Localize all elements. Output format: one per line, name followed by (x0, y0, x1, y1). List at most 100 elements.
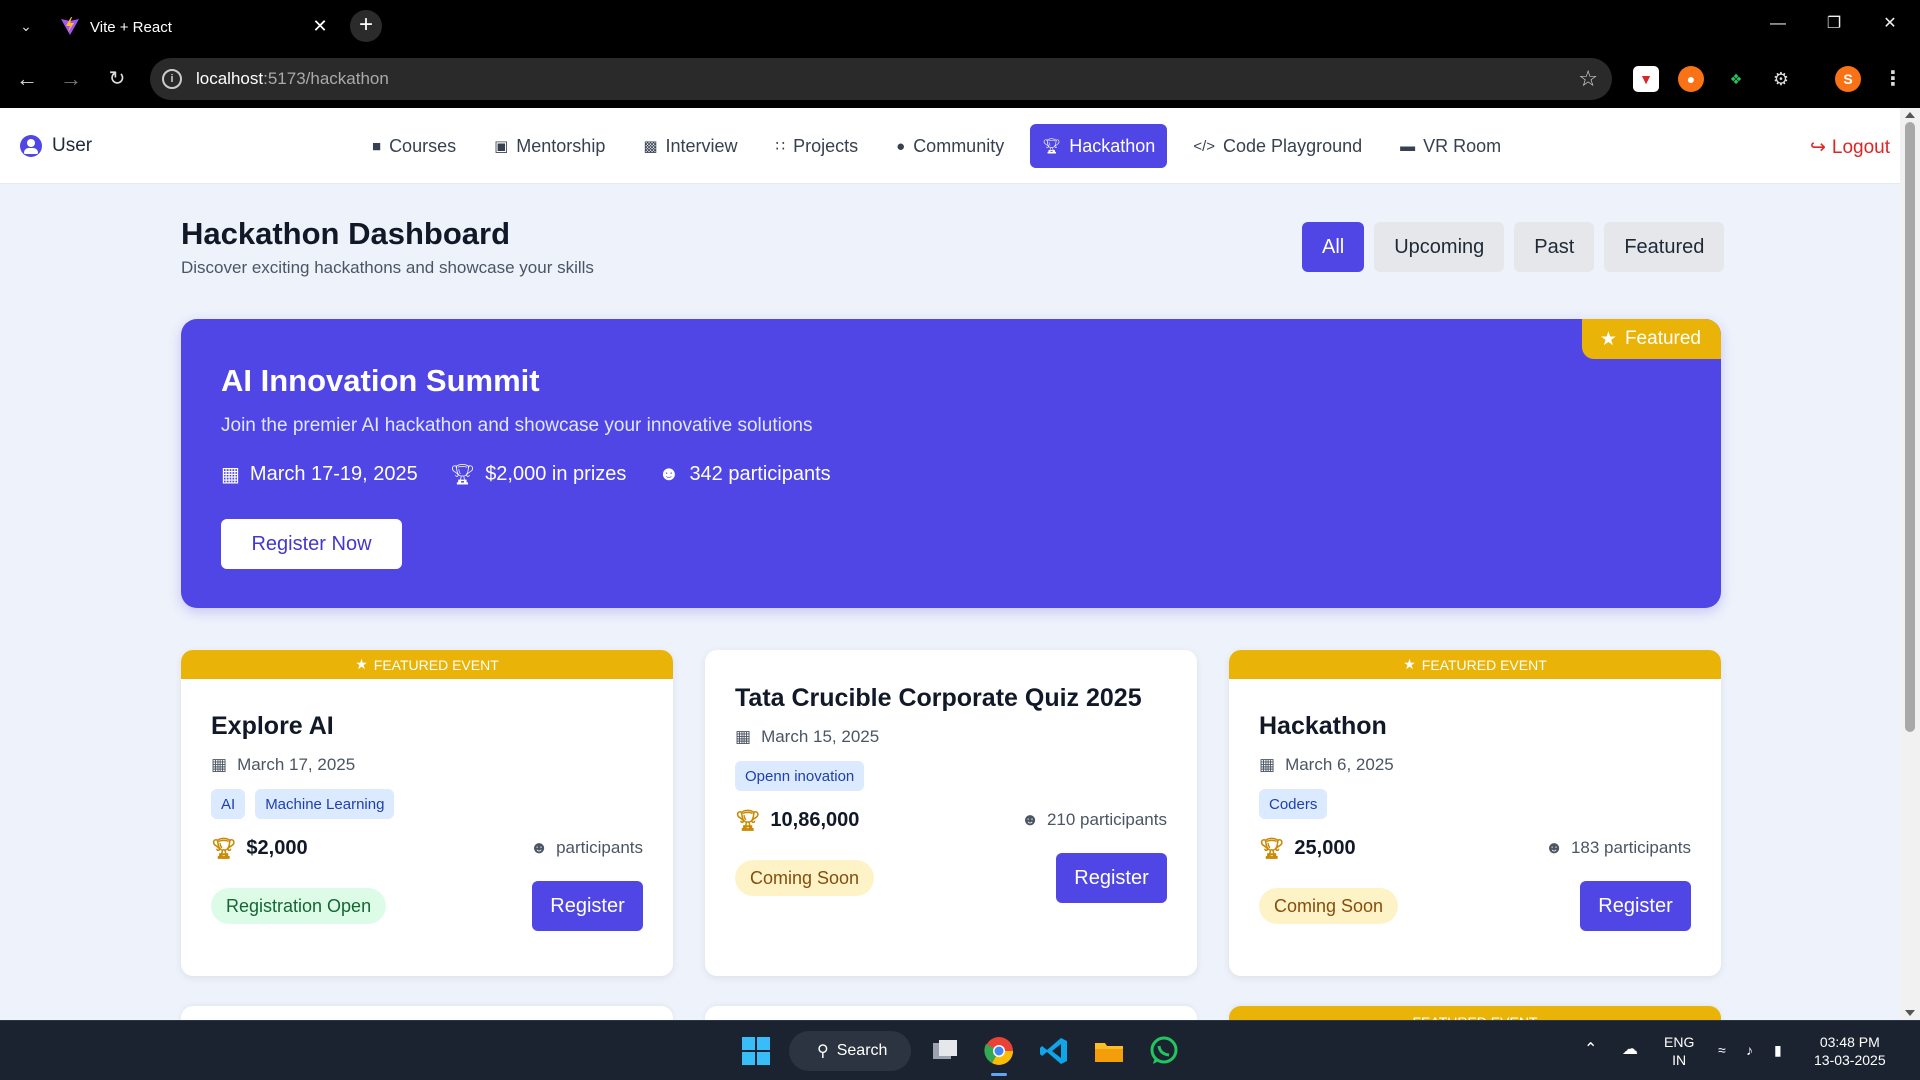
status-badge: Coming Soon (735, 860, 875, 896)
windows-start-icon[interactable] (740, 1035, 772, 1067)
chalkboard-icon: ▣ (494, 138, 509, 155)
trophy-icon: 🏆︎ (1259, 837, 1285, 860)
card-prize: 🏆︎ 10,86,000 (735, 808, 859, 833)
participants-text: 183 participants (1570, 838, 1691, 857)
code-icon: </> (1193, 137, 1216, 155)
users-icon: ☻ (1021, 810, 1039, 829)
nav-label: Projects (793, 135, 859, 156)
featured-hero-banner: ★ Featured AI Innovation Summit Join the… (181, 319, 1721, 608)
card-date-text: March 17, 2025 (237, 755, 356, 774)
close-window-button[interactable]: ✕ (1862, 0, 1918, 50)
tab-close-icon[interactable]: ✕ (308, 14, 332, 38)
card-date: ▦ March 6, 2025 (1259, 755, 1691, 775)
card-body: Hackathon ▦ March 6, 2025 Coders 🏆︎ 25,000… (1259, 712, 1691, 931)
hackathon-card: ★ FEATURED EVENT Explore AI ▦ March 17, 2… (181, 650, 673, 976)
vr-headset-icon: ▬ (1400, 137, 1416, 155)
logout-label: Logout (1831, 136, 1890, 158)
register-button[interactable]: Register (1056, 853, 1167, 903)
clock-date: 13-03-2025 (1814, 1052, 1886, 1068)
new-tab-button[interactable]: + (350, 10, 382, 42)
filter-upcoming[interactable]: Upcoming (1374, 222, 1505, 272)
card-prize: 🏆︎ $2,000 (211, 836, 308, 861)
register-now-button[interactable]: Register Now (221, 519, 402, 569)
hero-prizes: 🏆︎ $2,000 in prizes (450, 462, 627, 487)
book-icon: ■ (372, 137, 382, 155)
card-body: Tata Crucible Corporate Quiz 2025 ▦ March… (735, 684, 1167, 903)
onedrive-cloud-icon[interactable]: ☁ (1622, 1041, 1638, 1059)
restore-button[interactable]: ❐ (1806, 0, 1862, 50)
prize-text: $2,000 (246, 836, 308, 859)
profile-avatar[interactable]: S (1835, 66, 1861, 92)
filter-past[interactable]: Past (1514, 222, 1595, 272)
clock[interactable]: 03:48 PM 13-03-2025 (1814, 1033, 1886, 1069)
task-view-icon[interactable] (929, 1035, 961, 1067)
volume-icon[interactable]: ♪ (1746, 1041, 1753, 1059)
nav-label: Mentorship (516, 135, 606, 156)
vscode-icon[interactable] (1038, 1035, 1070, 1067)
featured-event-ribbon: ★ FEATURED EVENT (181, 650, 673, 679)
badge-label: Featured (1624, 328, 1701, 349)
nav-vr-room[interactable]: ▬ VR Room (1388, 124, 1513, 168)
file-explorer-icon[interactable] (1093, 1035, 1125, 1067)
whatsapp-icon[interactable] (1148, 1035, 1180, 1067)
filter-all[interactable]: All (1302, 222, 1365, 272)
nav-courses[interactable]: ■ Courses (360, 124, 468, 168)
language-indicator[interactable]: ENG IN (1664, 1033, 1694, 1069)
taskbar-search[interactable]: ⚲ Search (789, 1031, 911, 1071)
nav-interview[interactable]: ▩ Interview (631, 124, 749, 168)
browser-menu-icon[interactable]: ⋮ (1880, 66, 1906, 92)
register-button[interactable]: Register (532, 881, 643, 931)
hero-date: ▦ March 17-19, 2025 (221, 462, 418, 487)
search-icon: ⚲ (817, 1043, 829, 1060)
nav-community[interactable]: ● Community (884, 124, 1016, 168)
star-icon: ★ (1599, 328, 1617, 350)
os-taskbar: ⚲ Search ⌃ ☁ ENG IN ≈ ♪ ▮ 03:48 PM 13-03… (0, 1020, 1920, 1080)
card-footer: Coming Soon Register (735, 853, 1167, 903)
browser-tab-bar: ⌄ Vite + React ✕ + — ❐ ✕ (0, 0, 1920, 50)
register-button[interactable]: Register (1580, 881, 1691, 931)
users-icon: ☻ (1545, 838, 1563, 857)
extensions-puzzle-icon[interactable]: ⚙ (1768, 66, 1794, 92)
wifi-icon[interactable]: ≈ (1718, 1041, 1726, 1059)
card-tags: Openn inovation (735, 761, 1167, 791)
calendar-icon: ▦ (211, 755, 228, 774)
tab-search-chevron-icon[interactable]: ⌄ (14, 14, 38, 38)
reload-icon[interactable]: ↻ (104, 66, 130, 92)
site-info-icon[interactable]: i (162, 69, 182, 89)
browser-tab[interactable]: Vite + React ✕ (50, 6, 340, 50)
scrollbar-thumb[interactable] (1905, 122, 1915, 732)
nav-hackathon[interactable]: 🏆︎ Hackathon (1030, 124, 1168, 168)
bookmark-star-icon[interactable]: ☆ (1578, 66, 1598, 92)
back-icon[interactable]: ← (14, 66, 40, 92)
ribbon-label: FEATURED EVENT (373, 656, 499, 673)
pocket-extension-icon[interactable]: ▼ (1633, 66, 1659, 92)
forward-icon[interactable]: → (58, 66, 84, 92)
tag: Openn inovation (735, 761, 865, 791)
extension-leaf-icon[interactable]: ❖ (1723, 66, 1749, 92)
battery-icon[interactable]: ▮ (1774, 1041, 1782, 1059)
scroll-up-icon[interactable] (1905, 112, 1915, 118)
chrome-icon[interactable] (983, 1035, 1015, 1067)
filter-featured[interactable]: Featured (1604, 222, 1725, 272)
nav-label: Code Playground (1223, 135, 1363, 156)
address-bar[interactable]: i localhost:5173/hackathon ☆ (150, 58, 1612, 100)
participants-text: participants (556, 838, 643, 857)
page-scrollbar[interactable] (1900, 108, 1920, 1020)
logout-button[interactable]: ↪ Logout (1810, 136, 1890, 159)
nav-mentorship[interactable]: ▣ Mentorship (482, 124, 617, 168)
nav-projects[interactable]: ∷ Projects (764, 124, 871, 168)
scroll-down-icon[interactable] (1905, 1010, 1915, 1016)
app-navbar: User ■ Courses ▣ Mentorship ▩ Interview ∷ Pr… (0, 108, 1900, 184)
nav-code-playground[interactable]: </> Code Playground (1181, 124, 1374, 168)
extension-orange-icon[interactable]: ● (1678, 66, 1704, 92)
user-profile[interactable]: User (20, 134, 92, 158)
minimize-button[interactable]: — (1750, 0, 1806, 50)
tray-overflow-chevron-icon[interactable]: ⌃ (1584, 1041, 1597, 1059)
hackathon-card: Tata Crucible Corporate Quiz 2025 ▦ March… (705, 650, 1197, 976)
hero-participants-text: 342 participants (689, 463, 831, 485)
star-icon: ★ (1403, 656, 1416, 672)
page-title: Hackathon Dashboard (181, 216, 511, 251)
card-title: Hackathon (1259, 712, 1387, 740)
hero-meta: ▦ March 17-19, 2025 🏆︎ $2,000 in prizes ☻ 3… (221, 462, 831, 487)
featured-badge: ★ Featured (1581, 319, 1721, 359)
